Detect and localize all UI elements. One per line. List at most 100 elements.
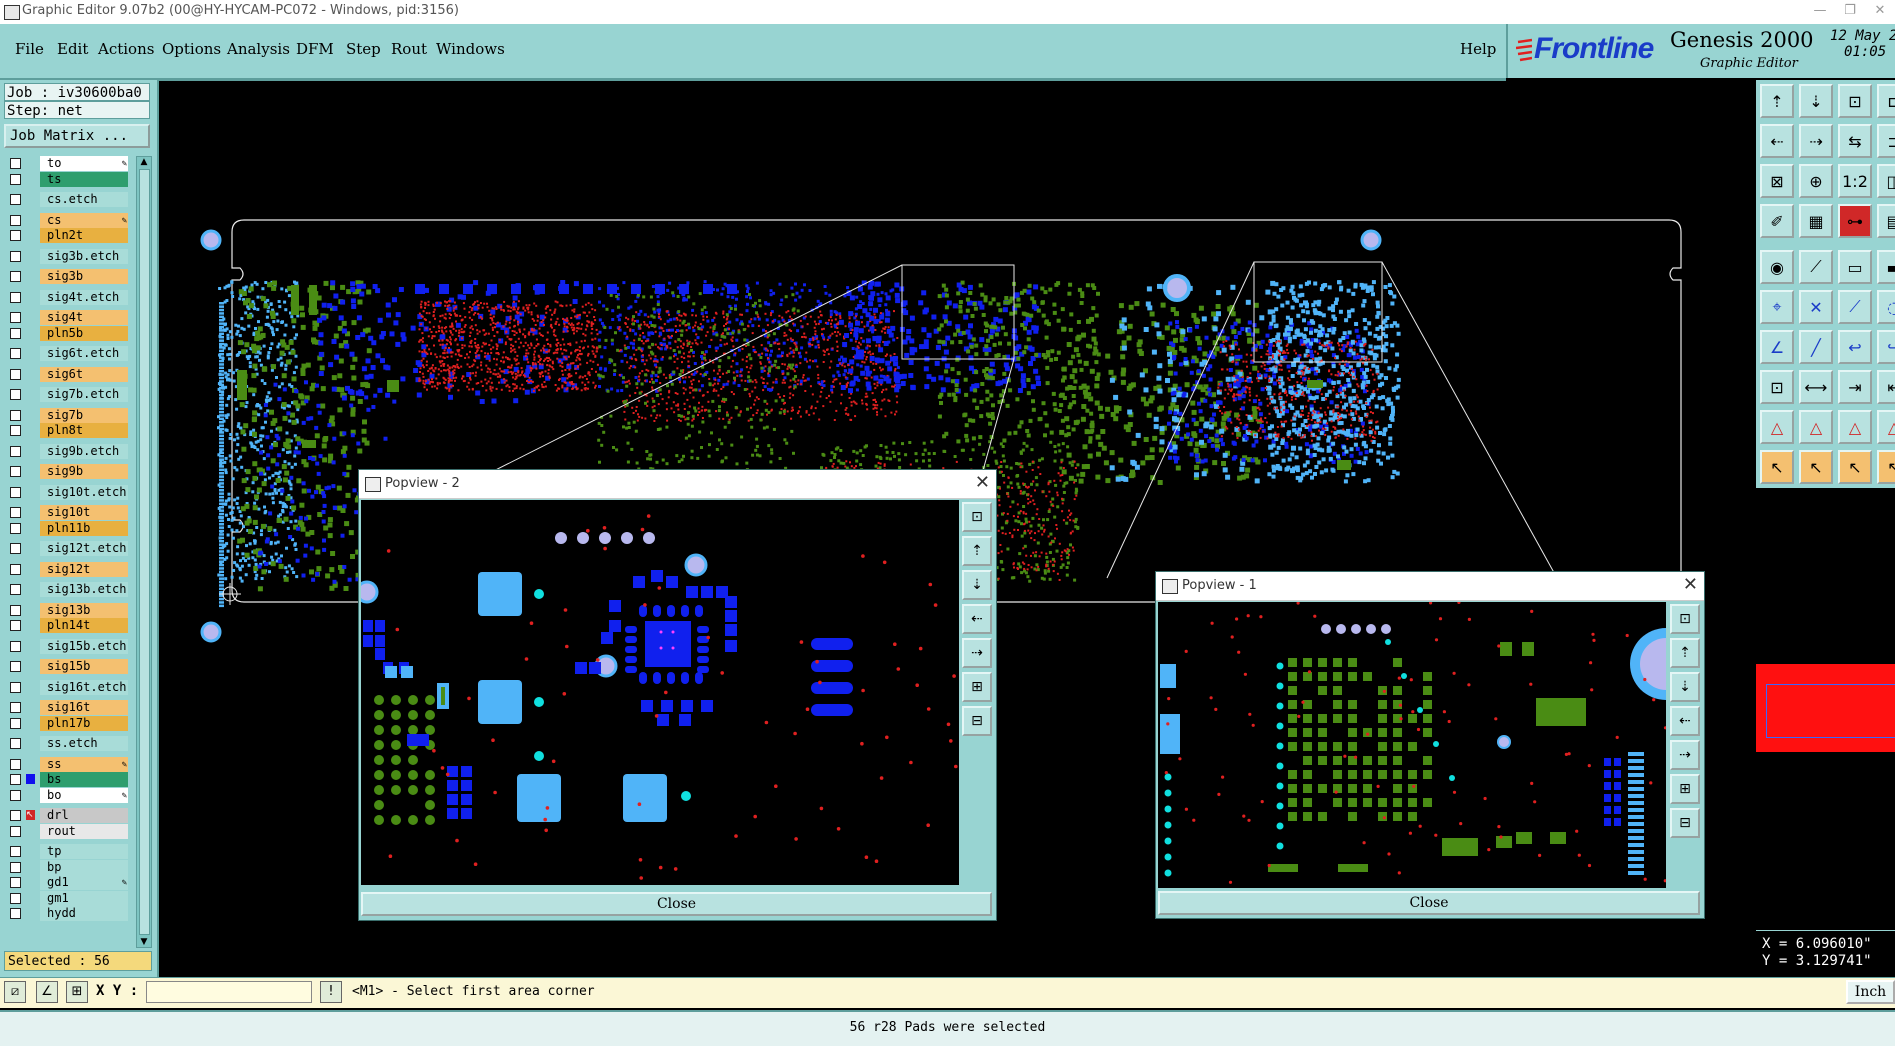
minimize-button[interactable]: — <box>1805 1 1835 21</box>
layer-name[interactable]: sig12t <box>40 561 128 577</box>
layer-row-drl[interactable]: ↖ drl <box>6 808 128 823</box>
layer-name[interactable]: sig6t.etch <box>40 346 128 361</box>
layer-row-sig13b.etch[interactable]: sig13b.etch <box>6 582 128 597</box>
layer-checkbox[interactable] <box>10 348 21 359</box>
layer-color-indicator[interactable] <box>26 487 35 497</box>
layer-name[interactable]: sig12t.etch <box>40 541 128 556</box>
menu-step[interactable]: Step <box>346 40 381 58</box>
layer-checkbox[interactable] <box>10 563 21 575</box>
layer-checkbox[interactable] <box>10 908 21 919</box>
layer-name[interactable]: sig6t <box>40 366 128 382</box>
layer-row-sig15b.etch[interactable]: sig15b.etch <box>6 638 128 654</box>
layer-checkbox[interactable] <box>10 389 21 400</box>
layer-checkbox[interactable] <box>10 877 21 888</box>
layer-color-indicator[interactable] <box>26 774 35 784</box>
layer-checkbox[interactable] <box>10 250 21 262</box>
layer-name[interactable]: sig3b.etch <box>40 248 128 264</box>
layer-name[interactable]: gd1 ✎ <box>40 875 128 890</box>
layer-name[interactable]: pln5b <box>40 325 128 341</box>
layer-color-indicator[interactable] <box>26 846 35 856</box>
layer-name[interactable]: bs <box>40 772 128 787</box>
layer-color-indicator[interactable] <box>26 425 35 435</box>
layer-row-sig9b[interactable]: sig9b <box>6 464 128 479</box>
layer-name[interactable]: gm1 <box>40 890 128 906</box>
layer-checkbox[interactable] <box>10 214 21 226</box>
layer-checkbox[interactable] <box>10 291 21 303</box>
layer-row-bs[interactable]: bs <box>6 772 128 787</box>
layer-name[interactable]: sig4t <box>40 310 128 325</box>
layer-color-indicator[interactable] <box>26 271 35 281</box>
layer-row-sig6t.etch[interactable]: sig6t.etch <box>6 346 128 361</box>
layer-color-indicator[interactable] <box>26 251 35 261</box>
layer-checkbox[interactable] <box>10 486 21 498</box>
menu-edit[interactable]: Edit <box>57 40 88 58</box>
layer-checkbox[interactable] <box>10 425 21 436</box>
layer-checkbox[interactable] <box>10 409 21 421</box>
layer-row-sig6t[interactable]: sig6t <box>6 366 128 382</box>
layer-color-indicator[interactable] <box>26 702 35 712</box>
restore-button[interactable]: ❐ <box>1835 1 1865 21</box>
layer-checkbox[interactable] <box>10 892 21 904</box>
layer-name[interactable]: tp <box>40 844 128 859</box>
layer-checkbox[interactable] <box>10 846 21 857</box>
layer-checkbox[interactable] <box>10 738 21 749</box>
layer-name[interactable]: pln2t <box>40 228 128 243</box>
layer-name[interactable]: pln11b <box>40 520 128 536</box>
layer-color-indicator[interactable]: ↖ <box>26 810 35 820</box>
job-matrix-button[interactable]: Job Matrix ... <box>4 124 150 148</box>
layer-name[interactable]: sig13b <box>40 602 128 618</box>
layer-checkbox[interactable] <box>10 661 21 672</box>
layer-name[interactable]: bp <box>40 859 128 875</box>
layer-checkbox[interactable] <box>10 584 21 595</box>
layer-row-sig16t[interactable]: sig16t <box>6 700 128 715</box>
layer-checkbox[interactable] <box>10 312 21 323</box>
layer-row-hydd[interactable]: hydd <box>6 906 128 921</box>
layer-name[interactable]: sig9b.etch <box>40 443 128 459</box>
layer-color-indicator[interactable] <box>26 661 35 671</box>
layer-checkbox[interactable] <box>10 522 21 534</box>
layer-name[interactable]: sig13b.etch <box>40 582 128 597</box>
layer-row-sig9b.etch[interactable]: sig9b.etch <box>6 443 128 459</box>
layer-color-indicator[interactable] <box>26 877 35 887</box>
layer-row-pln17b[interactable]: pln17b <box>6 715 128 731</box>
layer-color-indicator[interactable] <box>26 620 35 630</box>
layer-name[interactable]: cs ✎ <box>40 212 128 228</box>
layer-color-indicator[interactable] <box>26 641 35 651</box>
layer-name[interactable]: sig15b <box>40 659 128 674</box>
layer-checkbox[interactable] <box>10 604 21 616</box>
layer-checkbox[interactable] <box>10 810 21 821</box>
layer-row-sig15b[interactable]: sig15b <box>6 659 128 674</box>
layer-row-tp[interactable]: tp <box>6 844 128 859</box>
layer-checkbox[interactable] <box>10 620 21 631</box>
layer-row-to[interactable]: to ✎ <box>6 156 128 171</box>
scroll-up-icon[interactable]: ▲ <box>138 157 150 167</box>
layer-row-pln2t[interactable]: pln2t <box>6 228 128 243</box>
layer-color-indicator[interactable] <box>26 908 35 918</box>
layer-color-indicator[interactable] <box>26 790 35 800</box>
menu-dfm[interactable]: DFM <box>296 40 334 58</box>
layer-row-sig7b.etch[interactable]: sig7b.etch <box>6 387 128 402</box>
layer-color-indicator[interactable] <box>26 410 35 420</box>
layer-row-cs.etch[interactable]: cs.etch <box>6 192 128 207</box>
layer-name[interactable]: pln8t <box>40 423 128 438</box>
layer-row-sig3b.etch[interactable]: sig3b.etch <box>6 248 128 264</box>
layer-name[interactable]: sig16t <box>40 700 128 715</box>
layer-checkbox[interactable] <box>10 825 21 837</box>
layer-row-sig10t.etch[interactable]: sig10t.etch <box>6 484 128 500</box>
layer-row-sig3b[interactable]: sig3b <box>6 269 128 284</box>
layer-name[interactable]: pln17b <box>40 715 128 731</box>
layer-row-rout[interactable]: rout <box>6 823 128 839</box>
layer-row-ss.etch[interactable]: ss.etch <box>6 736 128 751</box>
menu-analysis[interactable]: Analysis <box>227 40 290 58</box>
layer-name[interactable]: sig9b <box>40 464 128 479</box>
layer-row-pln14t[interactable]: pln14t <box>6 618 128 633</box>
menu-help[interactable]: Help <box>1460 40 1496 58</box>
layer-scrollbar[interactable]: ▲ ▼ <box>136 156 152 948</box>
layer-color-indicator[interactable] <box>26 759 35 769</box>
layer-checkbox[interactable] <box>10 230 21 241</box>
layer-color-indicator[interactable] <box>26 348 35 358</box>
layer-color-indicator[interactable] <box>26 292 35 302</box>
menu-rout[interactable]: Rout <box>391 40 427 58</box>
layer-color-indicator[interactable] <box>26 893 35 903</box>
layer-name[interactable]: sig7b.etch <box>40 387 128 402</box>
